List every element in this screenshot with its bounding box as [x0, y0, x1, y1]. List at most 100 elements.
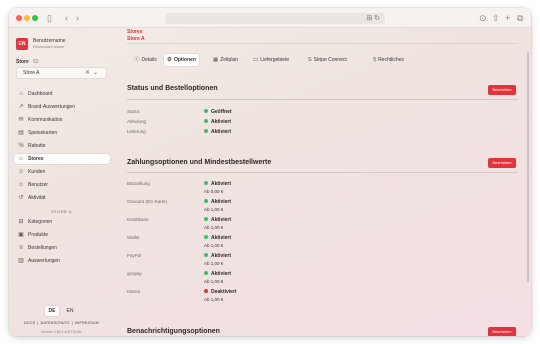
min-order-paypal: Ab 1,00 €: [204, 261, 224, 266]
language-de[interactable]: DE: [45, 306, 59, 316]
status-text: Aktiviert: [211, 235, 232, 241]
nav-item-aktivitaet[interactable]: ↺ Aktivität: [14, 193, 110, 203]
store-select[interactable]: Store A ✕⌄: [16, 67, 107, 79]
nav-item-kategorien[interactable]: ⊟ Kategorien: [14, 217, 110, 227]
nav-item-kommunikation[interactable]: ✉ Kommunikation: [14, 115, 110, 125]
nav-item-kunden[interactable]: ☺ Kunden: [14, 167, 110, 177]
breadcrumb-current: Store A: [127, 36, 145, 42]
tab-optionen[interactable]: ⚙ Optionen: [164, 54, 199, 66]
address-bar[interactable]: ⊞ ↻: [165, 13, 385, 24]
minimize-window-button[interactable]: [24, 15, 30, 21]
info-icon: ⓘ: [134, 57, 140, 63]
status-text: Deaktiviert: [211, 289, 237, 295]
min-order-giropay: Ab 1,00 €: [204, 279, 224, 284]
tab-zeitplan[interactable]: ▦ Zeitplan: [210, 54, 241, 66]
calendar-icon: ▦: [213, 57, 219, 63]
nav-item-brand-auswertungen[interactable]: ↗ Brand-Auswertungen: [14, 102, 110, 112]
footer-link-docs[interactable]: DOCS: [24, 321, 35, 325]
tab-label: Liefergebiete: [260, 57, 290, 63]
version-text: Version 4.54.1 #0377b48c: [41, 330, 82, 334]
chevron-left-icon[interactable]: ‹: [65, 12, 68, 24]
nav-label: Benutzer: [28, 182, 49, 188]
footer-link-datenschutz[interactable]: DATENSCHUTZ: [41, 321, 70, 325]
brand-subtitle: Restaurant Name: [33, 44, 65, 49]
row-label-klarna: Klarna: [127, 289, 141, 294]
status-text: Aktiviert: [211, 253, 232, 259]
analytics-icon: ▥: [18, 258, 24, 264]
row-label-abholung: Abholung: [127, 119, 147, 124]
row-value-giropay: Aktiviert: [204, 271, 231, 277]
row-value-status: Geöffnet: [204, 109, 232, 115]
row-label-wallet: Wallet: [127, 235, 140, 240]
nav-label: Kunden: [28, 169, 46, 175]
menu-card-icon: ▤: [18, 130, 24, 136]
nav-item-benutzer[interactable]: ☺ Benutzer: [14, 180, 110, 190]
nav-item-stores[interactable]: ⌂ Stores: [14, 154, 110, 164]
min-order-barzahlung: Ab 0,00 €: [204, 189, 224, 194]
browser-window: ▯ ‹ › ⊞ ↻ ⊙ ⇧ + ⧉ EN Benutzername Restau…: [9, 8, 531, 336]
footer-links: DOCS | DATENSCHUTZ | IMPRESSUM: [24, 321, 99, 325]
settings-icon: ⚙: [167, 57, 172, 63]
edit-status-button[interactable]: Bearbeiten: [488, 85, 516, 95]
row-label-status: Status: [127, 109, 140, 114]
row-value-kreditkarte: Aktiviert: [204, 217, 231, 223]
tab-liefergebiete[interactable]: ▭ Liefergebiete: [250, 54, 292, 66]
status-text: Aktiviert: [211, 119, 232, 125]
nav-item-rabatte[interactable]: % Rabatte: [14, 141, 110, 151]
user-icon: ☺: [17, 182, 25, 188]
customers-icon: ☺: [17, 169, 25, 175]
nav-item-dashboard[interactable]: ⌂ Dashboard: [14, 89, 110, 99]
zoom-window-button[interactable]: [32, 15, 38, 21]
status-text: Aktiviert: [211, 217, 232, 223]
row-value-barzahlung: Aktiviert: [204, 181, 231, 187]
products-icon: ▣: [18, 232, 24, 238]
edit-notifications-button[interactable]: Bearbeiten: [488, 327, 516, 336]
nav-item-auswertungen[interactable]: ▥ Auswertungen: [14, 256, 110, 266]
nav-item-speisekarten[interactable]: ▤ Speisekarten: [14, 128, 110, 138]
nav-label: Stores: [28, 156, 44, 162]
edit-payment-button[interactable]: Bearbeiten: [488, 158, 516, 168]
language-en[interactable]: EN: [63, 306, 77, 316]
sidebar-icon[interactable]: ▯: [47, 12, 52, 24]
breadcrumb-parent[interactable]: Stores: [127, 29, 143, 35]
orders-icon: ≡: [19, 245, 23, 251]
close-window-button[interactable]: [16, 15, 22, 21]
status-dot-icon: [204, 235, 208, 239]
status-dot-icon: [204, 119, 208, 123]
tab-stripe-connect[interactable]: S Stripe Connect: [305, 54, 350, 66]
tab-label: Zeitplan: [220, 57, 238, 63]
nav-label: Produkte: [28, 232, 49, 238]
brand-header[interactable]: EN Benutzername Restaurant Name: [16, 38, 107, 54]
stripe-icon: S: [308, 57, 312, 63]
section-title-payment: Zahlungsoptionen und Mindestbestellwerte: [127, 159, 272, 166]
translate-reload-icons[interactable]: ⊞ ↻: [366, 13, 380, 24]
store-picker-label: Store: [16, 59, 29, 65]
section-title-status: Status und Bestelloptionen: [127, 85, 218, 92]
new-tab-icon[interactable]: +: [505, 12, 510, 24]
store-select-controls[interactable]: ✕⌄: [85, 69, 101, 76]
share-icon[interactable]: ⇧: [492, 12, 500, 24]
status-dot-icon: [204, 253, 208, 257]
store-select-value: Store A: [23, 70, 40, 76]
browser-toolbar: ▯ ‹ › ⊞ ↻ ⊙ ⇧ + ⧉: [9, 8, 531, 28]
status-dot-icon: [204, 199, 208, 203]
download-icon[interactable]: ⊙: [479, 12, 487, 24]
scrollbar[interactable]: [527, 52, 529, 282]
tab-rechtliches[interactable]: § Rechtliches: [370, 54, 407, 66]
row-value-lieferung: Aktiviert: [204, 129, 231, 135]
tab-label: Details: [141, 57, 157, 63]
nav-label: Auswertungen: [28, 258, 60, 264]
row-label-giropay: giropay: [127, 271, 142, 276]
status-text: Geöffnet: [211, 109, 232, 115]
tab-overview-icon[interactable]: ⧉: [517, 12, 523, 24]
nav-label: Kommunikation: [28, 117, 63, 123]
footer-link-impressum[interactable]: IMPRESSUM: [75, 321, 99, 325]
home-icon: ⌂: [19, 91, 23, 97]
tab-details[interactable]: ⓘ Details: [131, 54, 160, 66]
nav-item-produkte[interactable]: ▣ Produkte: [14, 230, 110, 240]
chevron-down-icon[interactable]: ⌄: [93, 70, 101, 76]
clear-icon[interactable]: ✕: [85, 70, 93, 76]
chevron-right-icon[interactable]: ›: [76, 12, 79, 24]
nav-item-bestellungen[interactable]: ≡ Bestellungen: [14, 243, 110, 253]
section-divider: [127, 99, 518, 100]
